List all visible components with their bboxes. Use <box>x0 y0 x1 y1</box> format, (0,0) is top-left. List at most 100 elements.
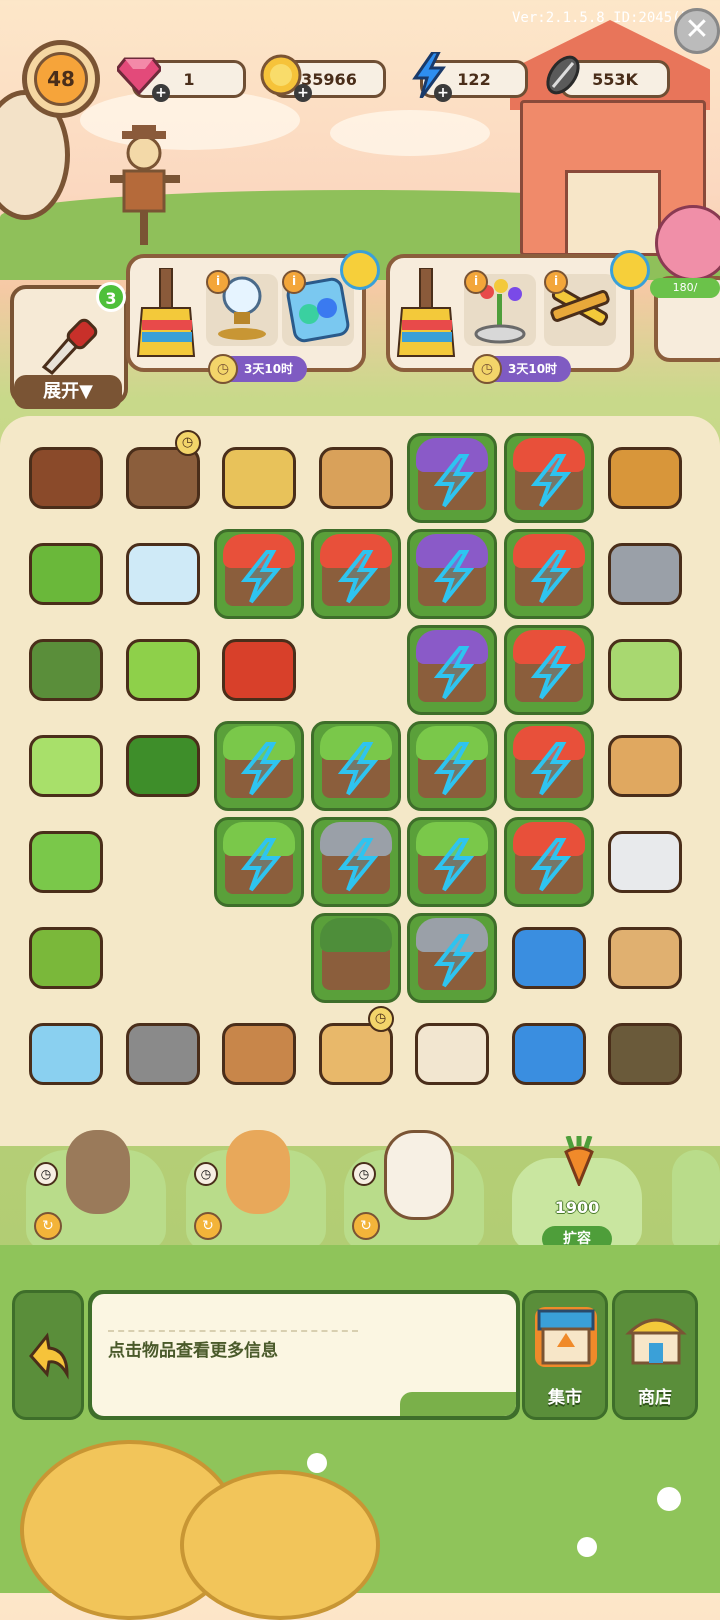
bok-choy-icon[interactable] <box>29 831 103 893</box>
board-cell[interactable] <box>211 1006 307 1102</box>
grain-sack-icon[interactable] <box>608 447 682 509</box>
tomato-plot-icon[interactable] <box>503 625 594 715</box>
bean-plot-icon[interactable] <box>310 721 401 811</box>
add-coins-icon[interactable]: + <box>294 84 312 102</box>
helper-slot-partial[interactable] <box>672 1150 720 1250</box>
board-cell[interactable] <box>115 910 211 1006</box>
board-cell[interactable] <box>404 430 500 526</box>
grape-plot-icon[interactable] <box>407 529 497 619</box>
board-cell[interactable] <box>308 814 404 910</box>
root-plant-icon[interactable] <box>29 639 103 701</box>
blue-trough-icon[interactable] <box>511 1023 586 1085</box>
board-cell[interactable] <box>501 622 597 718</box>
board-cell[interactable] <box>404 814 500 910</box>
tomato-plot-icon[interactable] <box>214 529 304 619</box>
cycle-icon[interactable]: ↻ <box>34 1212 62 1240</box>
bean-plot-icon[interactable] <box>214 721 304 811</box>
order-settings-gear-icon[interactable] <box>610 250 650 290</box>
board-cell[interactable] <box>211 526 307 622</box>
shop-button[interactable]: 商店 <box>612 1290 698 1420</box>
grape-plot-icon[interactable] <box>407 625 497 715</box>
stone-plot-icon[interactable] <box>310 817 401 907</box>
board-cell[interactable]: ◷ <box>115 430 211 526</box>
board-cell[interactable] <box>501 1006 597 1102</box>
info-icon[interactable]: i <box>544 270 568 294</box>
board-cell[interactable] <box>501 430 597 526</box>
lettuce-leaf-icon[interactable] <box>125 639 200 701</box>
board-cell[interactable] <box>18 622 114 718</box>
info-icon[interactable]: i <box>282 270 306 294</box>
log-plot-icon[interactable] <box>310 913 401 1003</box>
board-cell[interactable] <box>211 622 307 718</box>
board-cell[interactable] <box>501 526 597 622</box>
board-cell[interactable] <box>404 718 500 814</box>
board-cell[interactable] <box>211 814 307 910</box>
board-cell[interactable] <box>308 526 404 622</box>
board-cell[interactable] <box>404 1006 500 1102</box>
mystery-box-icon[interactable] <box>29 1023 103 1085</box>
goji-pile-icon[interactable] <box>222 639 296 701</box>
board-cell[interactable] <box>115 526 211 622</box>
board-cell[interactable]: ◷ <box>308 1006 404 1102</box>
board-cell[interactable] <box>18 814 114 910</box>
tomato-plot-icon[interactable] <box>503 817 594 907</box>
helper-slot[interactable]: ◷ ↻ <box>186 1130 326 1250</box>
board-cell[interactable] <box>597 526 693 622</box>
spinach-icon[interactable] <box>125 735 200 797</box>
board-cell[interactable] <box>308 622 404 718</box>
beetle-icon[interactable] <box>29 447 103 509</box>
stone-plot-icon[interactable] <box>407 913 497 1003</box>
cabbage-icon[interactable] <box>29 735 103 797</box>
white-mushroom-icon[interactable] <box>415 1023 489 1085</box>
board-cell[interactable] <box>18 526 114 622</box>
board-cell[interactable] <box>597 430 693 526</box>
tea-bag-icon[interactable] <box>608 639 682 701</box>
level-badge[interactable]: 48 <box>22 40 100 118</box>
info-icon[interactable]: i <box>206 270 230 294</box>
board-cell[interactable] <box>404 526 500 622</box>
board-cell[interactable] <box>211 718 307 814</box>
add-energy-icon[interactable]: + <box>434 84 452 102</box>
tomato-plot-icon[interactable] <box>310 529 401 619</box>
order-card[interactable]: i i ◷ 3天10时 <box>126 254 366 384</box>
board-cell[interactable] <box>308 910 404 1006</box>
board-cell[interactable] <box>597 718 693 814</box>
board-cell[interactable] <box>211 910 307 1006</box>
market-button[interactable]: 集市 <box>522 1290 608 1420</box>
board-cell[interactable] <box>501 718 597 814</box>
grape-sack-icon[interactable] <box>608 927 682 989</box>
tomato-plot-icon[interactable] <box>503 721 594 811</box>
peapod-icon[interactable] <box>29 927 103 989</box>
add-gems-icon[interactable]: + <box>152 84 170 102</box>
board-cell[interactable] <box>18 430 114 526</box>
board-cell[interactable] <box>404 622 500 718</box>
bean-plot-icon[interactable] <box>214 817 304 907</box>
board-cell[interactable] <box>308 430 404 526</box>
board-cell[interactable] <box>597 910 693 1006</box>
helper-slot[interactable]: ◷ ↻ <box>26 1130 166 1250</box>
info-icon[interactable]: i <box>464 270 488 294</box>
cycle-icon[interactable]: ↻ <box>194 1212 222 1240</box>
board-cell[interactable] <box>18 910 114 1006</box>
close-button[interactable]: ✕ <box>674 8 720 54</box>
board-cell[interactable] <box>115 622 211 718</box>
order-settings-gear-icon[interactable] <box>340 250 380 290</box>
board-cell[interactable] <box>18 718 114 814</box>
board-cell[interactable] <box>597 1006 693 1102</box>
board-cell[interactable] <box>501 814 597 910</box>
helper-slot[interactable]: ◷ ↻ <box>344 1130 484 1250</box>
board-cell[interactable] <box>18 1006 114 1102</box>
stove-pot-icon[interactable] <box>125 1023 200 1085</box>
board-cell[interactable] <box>211 430 307 526</box>
board-cell[interactable] <box>597 814 693 910</box>
wooden-crate-icon[interactable] <box>318 447 393 509</box>
propeller-icon[interactable] <box>125 543 200 605</box>
blue-trough-icon[interactable] <box>511 927 586 989</box>
salt-bag-icon[interactable] <box>608 543 682 605</box>
board-cell[interactable] <box>501 910 597 1006</box>
back-button[interactable] <box>12 1290 84 1420</box>
celery-icon[interactable] <box>29 543 103 605</box>
cycle-icon[interactable]: ↻ <box>352 1212 380 1240</box>
expand-helpers-card[interactable]: 1900 扩容 <box>512 1136 642 1252</box>
board-cell[interactable] <box>597 622 693 718</box>
